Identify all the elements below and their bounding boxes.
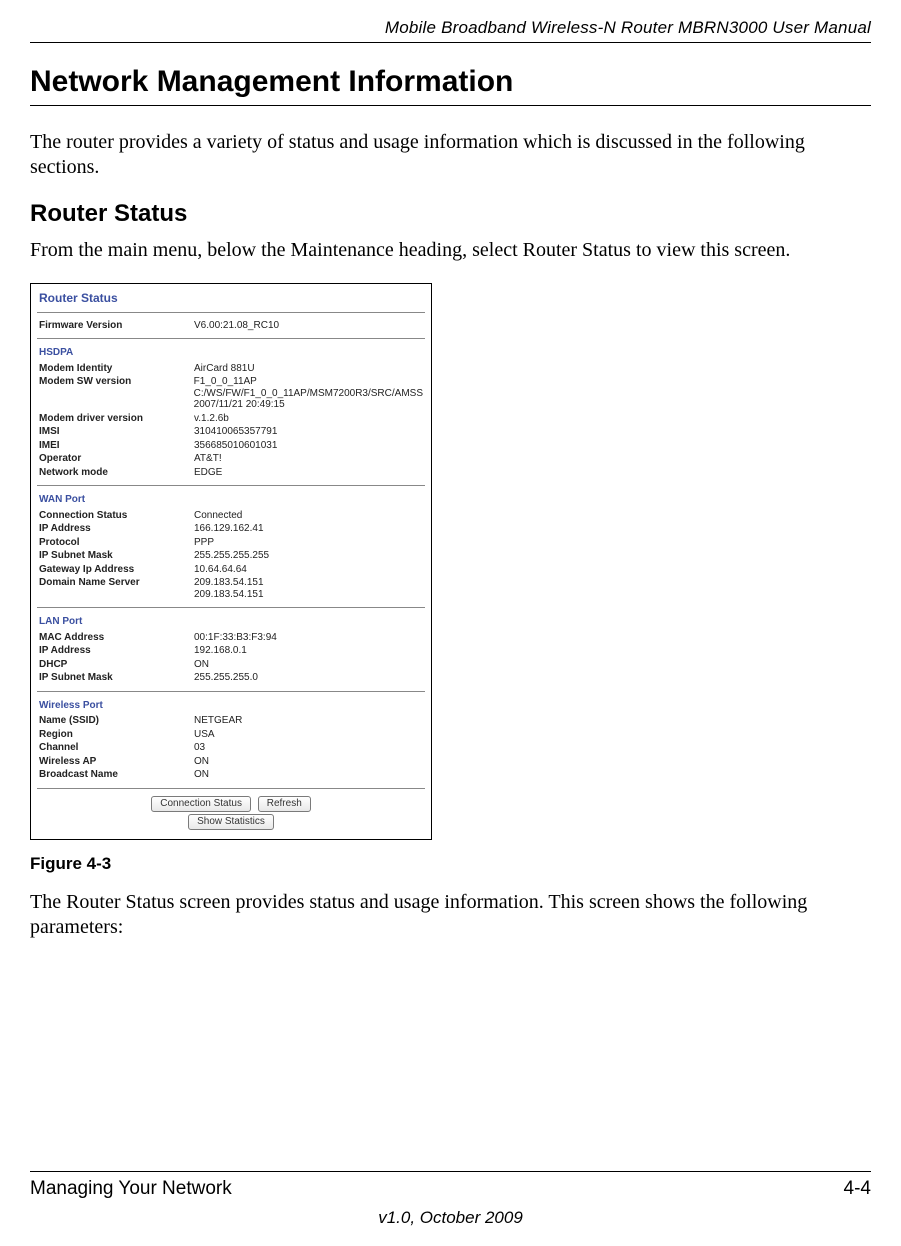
- kv-label: DHCP: [39, 659, 194, 671]
- kv-label: Gateway Ip Address: [39, 564, 194, 576]
- kv-label: Modem driver version: [39, 413, 194, 425]
- kv-label: Connection Status: [39, 510, 194, 522]
- subsection-paragraph: From the main menu, below the Maintenanc…: [30, 238, 871, 263]
- kv-row: IMSI310410065357791: [37, 425, 425, 439]
- kv-value: 166.129.162.41: [194, 523, 423, 535]
- section-rule: [30, 105, 871, 106]
- kv-row: Wireless APON: [37, 755, 425, 769]
- kv-value: 192.168.0.1: [194, 645, 423, 657]
- kv-row: RegionUSA: [37, 728, 425, 742]
- kv-label: IMEI: [39, 440, 194, 452]
- button-row: Connection Status Refresh Show Statistic…: [37, 788, 425, 831]
- kv-label: IMSI: [39, 426, 194, 438]
- kv-row: MAC Address00:1F:33:B3:F3:94: [37, 631, 425, 645]
- footer-left: Managing Your Network: [30, 1178, 232, 1200]
- kv-row: Firmware Version V6.00:21.08_RC10: [37, 319, 425, 333]
- kv-value: V6.00:21.08_RC10: [194, 320, 423, 332]
- kv-row: Channel03: [37, 741, 425, 755]
- figure-caption: Figure 4-3: [30, 854, 871, 874]
- kv-label: Broadcast Name: [39, 769, 194, 781]
- kv-label: IP Address: [39, 645, 194, 657]
- kv-label: Modem Identity: [39, 363, 194, 375]
- page-footer: Managing Your Network 4-4 v1.0, October …: [30, 1171, 871, 1228]
- kv-value: 00:1F:33:B3:F3:94: [194, 632, 423, 644]
- kv-value: EDGE: [194, 467, 423, 479]
- kv-row: IP Address192.168.0.1: [37, 644, 425, 658]
- kv-label: Operator: [39, 453, 194, 465]
- kv-value: 10.64.64.64: [194, 564, 423, 576]
- kv-row: Modem SW versionF1_0_0_11APC:/WS/FW/F1_0…: [37, 375, 425, 412]
- kv-label: Network mode: [39, 467, 194, 479]
- group-title: HSDPA: [39, 347, 425, 359]
- kv-row: Network modeEDGE: [37, 466, 425, 480]
- kv-row: Gateway Ip Address10.64.64.64: [37, 563, 425, 577]
- kv-value: Connected: [194, 510, 423, 522]
- kv-value: ON: [194, 659, 423, 671]
- group-title: WAN Port: [39, 494, 425, 506]
- kv-label: IP Subnet Mask: [39, 672, 194, 684]
- kv-row: IP Subnet Mask255.255.255.0: [37, 671, 425, 685]
- connection-status-button[interactable]: Connection Status: [151, 796, 251, 812]
- show-statistics-button[interactable]: Show Statistics: [188, 814, 274, 830]
- group-title: Wireless Port: [39, 700, 425, 712]
- header-rule: [30, 42, 871, 43]
- kv-value: AT&T!: [194, 453, 423, 465]
- kv-label: MAC Address: [39, 632, 194, 644]
- kv-label: Protocol: [39, 537, 194, 549]
- kv-value: 03: [194, 742, 423, 754]
- kv-row: ProtocolPPP: [37, 536, 425, 550]
- kv-value: PPP: [194, 537, 423, 549]
- section-heading: Network Management Information: [30, 65, 871, 99]
- kv-label: Channel: [39, 742, 194, 754]
- kv-label: Wireless AP: [39, 756, 194, 768]
- kv-value: ON: [194, 756, 423, 768]
- kv-label: Region: [39, 729, 194, 741]
- subsection-heading: Router Status: [30, 200, 871, 228]
- kv-row: Domain Name Server209.183.54.151209.183.…: [37, 576, 425, 601]
- kv-value: 255.255.255.0: [194, 672, 423, 684]
- status-group: HSDPA Modem IdentityAirCard 881UModem SW …: [37, 338, 425, 479]
- kv-row: Modem IdentityAirCard 881U: [37, 362, 425, 376]
- kv-row: OperatorAT&T!: [37, 452, 425, 466]
- intro-paragraph: The router provides a variety of status …: [30, 130, 871, 180]
- kv-row: Broadcast NameON: [37, 768, 425, 782]
- group-title: LAN Port: [39, 616, 425, 628]
- kv-label: Modem SW version: [39, 376, 194, 411]
- kv-value: ON: [194, 769, 423, 781]
- kv-value: 356685010601031: [194, 440, 423, 452]
- kv-value: NETGEAR: [194, 715, 423, 727]
- status-group: LAN Port MAC Address00:1F:33:B3:F3:94IP A…: [37, 607, 425, 685]
- kv-row: Modem driver versionv.1.2.6b: [37, 412, 425, 426]
- running-header: Mobile Broadband Wireless-N Router MBRN3…: [30, 18, 871, 38]
- kv-row: DHCPON: [37, 658, 425, 672]
- kv-row: Name (SSID)NETGEAR: [37, 714, 425, 728]
- kv-row: IP Address166.129.162.41: [37, 522, 425, 536]
- kv-label: IP Address: [39, 523, 194, 535]
- kv-row: Connection StatusConnected: [37, 509, 425, 523]
- router-status-screenshot: Router Status Firmware Version V6.00:21.…: [30, 283, 432, 840]
- status-group: WAN Port Connection StatusConnectedIP Add…: [37, 485, 425, 601]
- kv-value: v.1.2.6b: [194, 413, 423, 425]
- kv-value: AirCard 881U: [194, 363, 423, 375]
- kv-row: IMEI356685010601031: [37, 439, 425, 453]
- footer-rule: [30, 1171, 871, 1172]
- footer-right: 4-4: [844, 1178, 871, 1200]
- kv-label: Firmware Version: [39, 320, 194, 332]
- footer-center: v1.0, October 2009: [30, 1208, 871, 1228]
- kv-value: 255.255.255.255: [194, 550, 423, 562]
- refresh-button[interactable]: Refresh: [258, 796, 311, 812]
- kv-value: F1_0_0_11APC:/WS/FW/F1_0_0_11AP/MSM7200R…: [194, 376, 423, 411]
- after-figure-paragraph: The Router Status screen provides status…: [30, 890, 871, 940]
- kv-row: IP Subnet Mask255.255.255.255: [37, 549, 425, 563]
- status-group: Wireless Port Name (SSID)NETGEARRegionUSA…: [37, 691, 425, 782]
- kv-value: 310410065357791: [194, 426, 423, 438]
- kv-label: IP Subnet Mask: [39, 550, 194, 562]
- panel-title: Router Status: [39, 292, 425, 306]
- kv-value: 209.183.54.151209.183.54.151: [194, 577, 423, 600]
- kv-label: Name (SSID): [39, 715, 194, 727]
- kv-value: USA: [194, 729, 423, 741]
- kv-label: Domain Name Server: [39, 577, 194, 600]
